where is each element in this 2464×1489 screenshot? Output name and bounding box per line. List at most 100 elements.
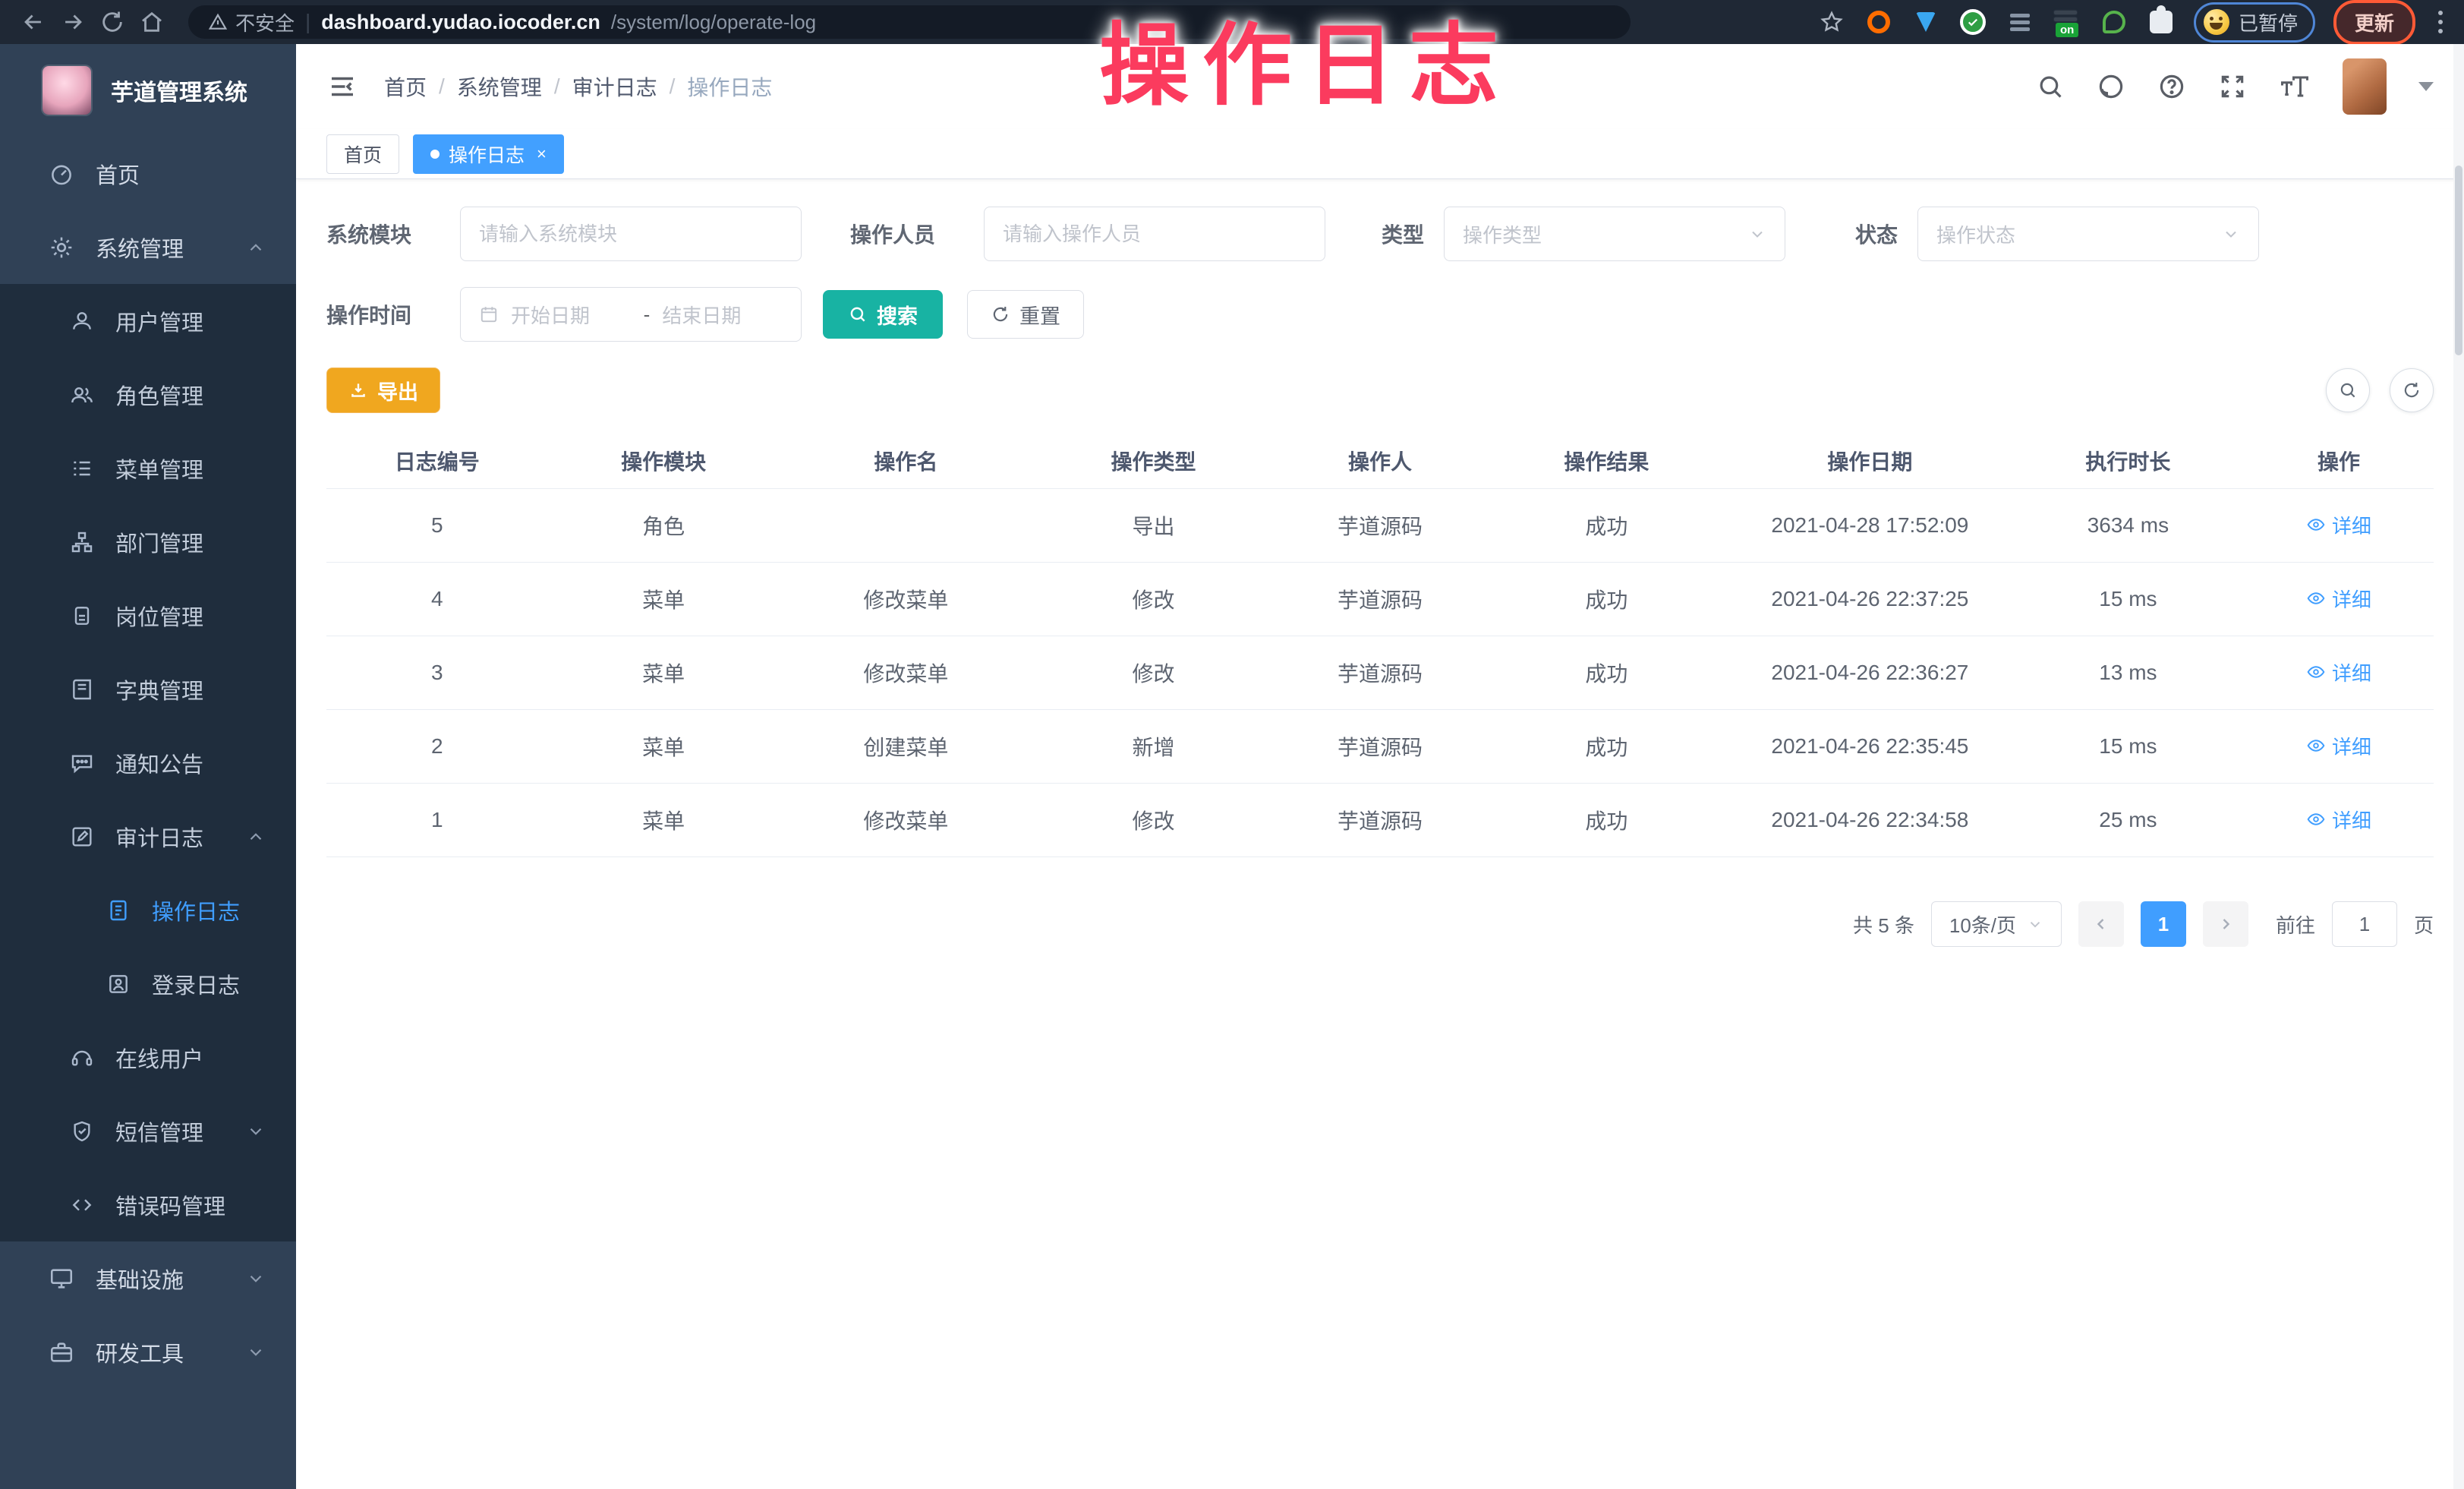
sidebar-item-audit-log[interactable]: 审计日志 bbox=[0, 800, 296, 873]
browser-reload-button[interactable] bbox=[96, 5, 129, 39]
browser-back-button[interactable] bbox=[17, 5, 50, 39]
bookmark-star-icon[interactable] bbox=[1817, 8, 1846, 36]
eye-icon bbox=[2306, 515, 2326, 535]
login-icon bbox=[106, 972, 131, 996]
export-button[interactable]: 导出 bbox=[326, 368, 440, 413]
operator-input[interactable] bbox=[1003, 222, 1306, 246]
extension-orange-icon[interactable] bbox=[1864, 8, 1893, 36]
page-size-select[interactable]: 10条/页 bbox=[1931, 901, 2062, 947]
security-label: 不安全 bbox=[235, 8, 295, 36]
sidebar-item-home[interactable]: 首页 bbox=[0, 137, 296, 210]
sidebar-item-notice[interactable]: 通知公告 bbox=[0, 726, 296, 800]
eye-icon bbox=[2306, 809, 2326, 829]
goto-page-input[interactable] bbox=[2332, 901, 2397, 947]
type-select[interactable]: 操作类型 bbox=[1444, 207, 1785, 261]
sidebar-item-sms-management[interactable]: 短信管理 bbox=[0, 1094, 296, 1168]
github-icon[interactable] bbox=[2097, 72, 2125, 101]
extension-green-check-icon[interactable] bbox=[1958, 8, 1987, 36]
next-page-button[interactable] bbox=[2203, 901, 2248, 947]
users-icon bbox=[70, 383, 94, 407]
fullscreen-icon[interactable] bbox=[2218, 72, 2247, 101]
sidebar-item-user-management[interactable]: 用户管理 bbox=[0, 284, 296, 358]
goto-label: 前往 bbox=[2276, 910, 2315, 939]
collapse-sidebar-icon[interactable] bbox=[326, 71, 358, 103]
date-range-picker[interactable]: 开始日期 - 结束日期 bbox=[460, 287, 802, 342]
app-logo[interactable]: 芋道管理系统 bbox=[0, 44, 296, 137]
scrollbar-thumb[interactable] bbox=[2455, 166, 2462, 355]
sidebar-item-role-management[interactable]: 角色管理 bbox=[0, 358, 296, 431]
detail-link[interactable]: 详细 bbox=[2306, 658, 2371, 686]
user-icon bbox=[70, 309, 94, 333]
detail-link[interactable]: 详细 bbox=[2306, 585, 2371, 613]
sidebar-item-menu-management[interactable]: 菜单管理 bbox=[0, 431, 296, 505]
breadcrumb-system[interactable]: 系统管理 bbox=[457, 71, 542, 102]
extension-bars-icon[interactable] bbox=[2006, 8, 2034, 36]
chevron-down-icon bbox=[246, 1269, 266, 1289]
book-icon bbox=[70, 677, 94, 702]
close-icon[interactable]: × bbox=[537, 144, 547, 164]
caret-down-icon[interactable] bbox=[2418, 82, 2434, 91]
extension-on-badge-icon[interactable]: on bbox=[2053, 8, 2081, 36]
search-icon[interactable] bbox=[2036, 72, 2065, 101]
font-size-icon[interactable] bbox=[2279, 72, 2311, 101]
chevron-up-icon bbox=[246, 827, 266, 847]
sidebar-item-dev-tools[interactable]: 研发工具 bbox=[0, 1315, 296, 1389]
status-label: 状态 bbox=[1855, 219, 1898, 249]
url-path: /system/log/operate-log bbox=[611, 11, 816, 34]
breadcrumb-audit-log[interactable]: 审计日志 bbox=[572, 71, 657, 102]
scrollbar[interactable] bbox=[2453, 44, 2464, 1489]
sidebar-item-error-code-management[interactable]: 错误码管理 bbox=[0, 1168, 296, 1241]
warning-triangle-icon bbox=[208, 12, 228, 32]
prev-page-button[interactable] bbox=[2078, 901, 2124, 947]
detail-link[interactable]: 详细 bbox=[2306, 511, 2371, 539]
time-label: 操作时间 bbox=[326, 299, 440, 330]
extension-puzzle-icon[interactable] bbox=[2147, 8, 2176, 36]
sidebar-item-login-log[interactable]: 登录日志 bbox=[0, 947, 296, 1021]
sidebar: 芋道管理系统 首页 系统管理 用户管理 角色管理 菜单管理 bbox=[0, 44, 296, 1489]
table-row: 4 菜单 修改菜单 修改 芋道源码 成功 2021-04-26 22:37:25… bbox=[326, 563, 2434, 636]
sidebar-item-infrastructure[interactable]: 基础设施 bbox=[0, 1241, 296, 1315]
avatar[interactable] bbox=[2343, 58, 2387, 115]
browser-home-button[interactable] bbox=[135, 5, 169, 39]
url-host: dashboard.yudao.iocoder.cn bbox=[321, 11, 600, 34]
page-unit-label: 页 bbox=[2414, 910, 2434, 939]
address-bar[interactable]: 不安全 | dashboard.yudao.iocoder.cn /system… bbox=[188, 5, 1631, 39]
help-icon[interactable] bbox=[2157, 72, 2186, 101]
browser-menu-icon[interactable] bbox=[2434, 11, 2447, 33]
sidebar-item-dict-management[interactable]: 字典管理 bbox=[0, 652, 296, 726]
browser-forward-button[interactable] bbox=[56, 5, 90, 39]
breadcrumb-home[interactable]: 首页 bbox=[384, 71, 427, 102]
search-button[interactable]: 搜索 bbox=[823, 290, 943, 339]
security-warning[interactable]: 不安全 bbox=[208, 8, 295, 36]
reset-button[interactable]: 重置 bbox=[967, 290, 1084, 339]
page-number-1[interactable]: 1 bbox=[2141, 901, 2186, 947]
app-title: 芋道管理系统 bbox=[111, 74, 247, 107]
refresh-icon bbox=[991, 304, 1010, 324]
detail-link[interactable]: 详细 bbox=[2306, 732, 2371, 760]
sidebar-item-dept-management[interactable]: 部门管理 bbox=[0, 505, 296, 579]
sidebar-item-online-users[interactable]: 在线用户 bbox=[0, 1021, 296, 1094]
toggle-search-button[interactable] bbox=[2326, 368, 2370, 412]
profile-paused-badge[interactable]: 已暂停 bbox=[2194, 2, 2315, 43]
sidebar-item-operate-log[interactable]: 操作日志 bbox=[0, 873, 296, 947]
id-badge-icon bbox=[70, 604, 94, 628]
status-select[interactable]: 操作状态 bbox=[1917, 207, 2259, 261]
refresh-icon bbox=[2402, 380, 2421, 400]
sidebar-item-post-management[interactable]: 岗位管理 bbox=[0, 579, 296, 652]
sidebar-item-system-management[interactable]: 系统管理 bbox=[0, 210, 296, 284]
logo-image bbox=[43, 66, 91, 115]
extension-drop-icon[interactable] bbox=[1911, 8, 1940, 36]
tab-operate-log[interactable]: 操作日志 × bbox=[413, 134, 564, 174]
detail-link[interactable]: 详细 bbox=[2306, 806, 2371, 834]
tab-home[interactable]: 首页 bbox=[326, 134, 399, 174]
pagination: 共 5 条 10条/页 1 前往 页 bbox=[326, 901, 2434, 947]
chat-icon bbox=[70, 751, 94, 775]
refresh-table-button[interactable] bbox=[2390, 368, 2434, 412]
module-input[interactable] bbox=[479, 222, 783, 246]
browser-chrome: 不安全 | dashboard.yudao.iocoder.cn /system… bbox=[0, 0, 2464, 44]
browser-update-button[interactable]: 更新 bbox=[2333, 0, 2415, 45]
monitor-icon bbox=[49, 1266, 74, 1292]
briefcase-icon bbox=[49, 1339, 74, 1365]
chevron-down-icon bbox=[2222, 225, 2240, 243]
extension-leaf-icon[interactable] bbox=[2100, 8, 2128, 36]
